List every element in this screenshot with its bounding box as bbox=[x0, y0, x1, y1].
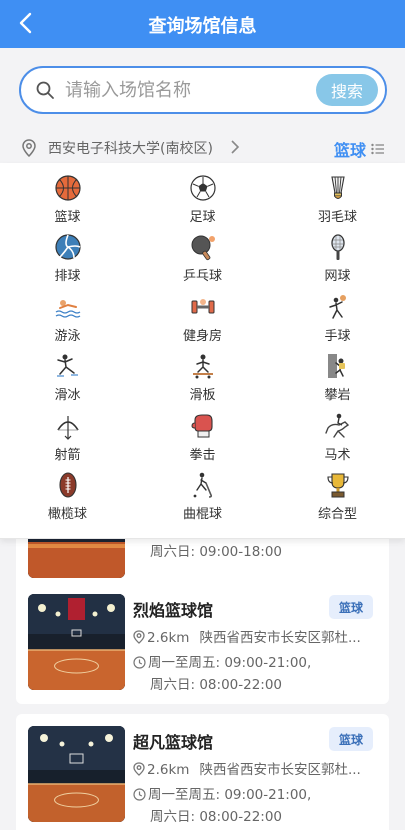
skateboard-icon bbox=[192, 354, 213, 379]
search-bar: 搜索 bbox=[19, 66, 387, 114]
venue-weekend-hours: 周六日: 08:00-22:00 bbox=[150, 809, 283, 825]
sport-item-comprehensive[interactable]: 综合型 bbox=[270, 471, 405, 530]
shuttlecock-icon bbox=[330, 176, 345, 199]
sport-item-skateboard[interactable]: 滑板 bbox=[135, 352, 270, 411]
sport-item-tennis[interactable]: 网球 bbox=[270, 233, 405, 292]
sport-item-hockey[interactable]: 曲棍球 bbox=[135, 471, 270, 530]
clock-icon bbox=[133, 656, 146, 669]
sport-item-table-tennis[interactable]: 乒乓球 bbox=[135, 233, 270, 292]
sport-item-swimming[interactable]: 游泳 bbox=[0, 293, 135, 352]
location-pin-icon bbox=[133, 762, 145, 776]
clock-icon bbox=[133, 788, 146, 801]
rugby-ball-icon bbox=[58, 472, 77, 498]
handball-icon bbox=[328, 294, 346, 319]
venue-thumbnail bbox=[28, 594, 125, 690]
sport-item-soccer[interactable]: 足球 bbox=[135, 174, 270, 233]
venue-weekend-hours: 周六日: 09:00-18:00 bbox=[150, 544, 283, 560]
ice-skater-icon bbox=[56, 354, 78, 377]
search-icon bbox=[36, 81, 54, 99]
basketball-icon bbox=[54, 175, 81, 201]
page-title: 查询场馆信息 bbox=[148, 16, 257, 37]
sport-item-boxing[interactable]: 拳击 bbox=[135, 412, 270, 471]
tennis-racket-icon bbox=[330, 234, 345, 261]
swimmer-icon bbox=[55, 299, 80, 318]
volleyball-icon bbox=[54, 234, 81, 260]
location-pin-icon bbox=[133, 630, 145, 644]
location-pin-icon bbox=[22, 139, 36, 157]
venue-distance: 2.6km bbox=[147, 630, 190, 646]
sport-item-gym[interactable]: 健身房 bbox=[135, 293, 270, 352]
search-input[interactable] bbox=[65, 74, 315, 106]
sport-item-rugby[interactable]: 橄榄球 bbox=[0, 471, 135, 530]
chevron-right-icon bbox=[231, 140, 240, 154]
sport-type-panel: 篮球 足球 羽毛球 排球 乒乓球 网球 游泳 健身房 手球 滑冰 滑板 攀岩 射… bbox=[0, 163, 405, 539]
venue-address: 陕西省西安市长安区郭杜... bbox=[199, 630, 361, 646]
venue-weekday-hours: 周一至周五: 09:00-21:00, bbox=[148, 787, 312, 803]
venue-sport-badge: 篮球 bbox=[329, 727, 373, 751]
trophy-icon bbox=[326, 473, 349, 498]
venue-sport-badge: 篮球 bbox=[329, 595, 373, 619]
sport-item-badminton[interactable]: 羽毛球 bbox=[270, 174, 405, 233]
bow-arrow-icon bbox=[56, 415, 79, 440]
venue-weekday-hours-row: 周一至周五: 09:00-21:00, bbox=[133, 783, 311, 803]
sport-type-selector[interactable]: 篮球 bbox=[334, 137, 385, 161]
app-header: 查询场馆信息 bbox=[0, 0, 405, 48]
location-row: 西安电子科技大学(南校区) 篮球 bbox=[0, 132, 405, 162]
list-icon bbox=[371, 143, 384, 155]
venue-card[interactable]: 烈焰篮球馆 篮球 2.6km 陕西省西安市长安区郭杜... 周一至周五: 09:0… bbox=[16, 582, 389, 704]
sport-item-basketball[interactable]: 篮球 bbox=[0, 174, 135, 233]
boxing-glove-icon bbox=[190, 414, 213, 438]
sport-item-skating[interactable]: 滑冰 bbox=[0, 352, 135, 411]
sport-item-equestrian[interactable]: 马术 bbox=[270, 412, 405, 471]
venue-weekend-hours: 周六日: 08:00-22:00 bbox=[150, 677, 283, 693]
venue-address: 陕西省西安市长安区郭杜... bbox=[199, 762, 361, 778]
horse-rider-icon bbox=[324, 413, 349, 438]
sport-item-handball[interactable]: 手球 bbox=[270, 293, 405, 352]
climbing-icon bbox=[327, 354, 345, 379]
venue-name: 烈焰篮球馆 bbox=[133, 601, 214, 620]
venue-location-row: 2.6km 陕西省西安市长安区郭杜... bbox=[133, 758, 373, 778]
sport-item-climbing[interactable]: 攀岩 bbox=[270, 352, 405, 411]
sport-item-archery[interactable]: 射箭 bbox=[0, 412, 135, 471]
venue-location-row: 2.6km 陕西省西安市长安区郭杜... bbox=[133, 626, 373, 646]
venue-card[interactable]: 超凡篮球馆 篮球 2.6km 陕西省西安市长安区郭杜... 周一至周五: 09:0… bbox=[16, 714, 389, 830]
ping-pong-icon bbox=[191, 235, 215, 261]
venue-weekday-hours-row: 周一至周五: 09:00-21:00, bbox=[133, 651, 311, 671]
dumbbell-icon bbox=[191, 298, 214, 314]
sport-type-grid: 篮球 足球 羽毛球 排球 乒乓球 网球 游泳 健身房 手球 滑冰 滑板 攀岩 射… bbox=[0, 174, 405, 530]
search-button[interactable]: 搜索 bbox=[316, 74, 378, 106]
soccer-ball-icon bbox=[189, 175, 216, 201]
hockey-stick-icon bbox=[193, 472, 212, 498]
selected-sport-label: 篮球 bbox=[333, 141, 366, 160]
campus-selector[interactable]: 西安电子科技大学(南校区) bbox=[48, 138, 213, 158]
venue-distance: 2.6km bbox=[147, 762, 190, 778]
sport-item-volleyball[interactable]: 排球 bbox=[0, 233, 135, 292]
venue-weekday-hours: 周一至周五: 09:00-21:00, bbox=[148, 655, 312, 671]
venue-thumbnail bbox=[28, 726, 125, 822]
venue-name: 超凡篮球馆 bbox=[133, 733, 214, 752]
